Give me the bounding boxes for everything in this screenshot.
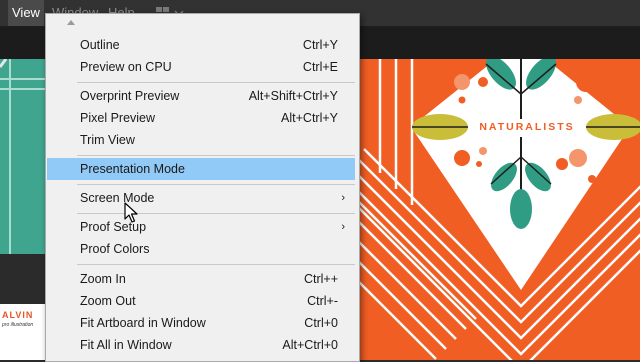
menu-item-trim-view[interactable]: Trim View: [47, 129, 355, 151]
chevron-right-icon: ›: [341, 192, 345, 204]
menu-item-proof-setup[interactable]: Proof Setup ›: [47, 216, 355, 238]
chevron-right-icon: ›: [341, 221, 345, 233]
menu-separator: [77, 184, 355, 185]
menu-separator: [77, 155, 355, 156]
menu-item-proof-colors[interactable]: Proof Colors: [47, 238, 355, 260]
triangle-up-icon[interactable]: [66, 18, 76, 26]
menu-separator: [77, 264, 355, 265]
menu-item-zoom-out[interactable]: Zoom Out Ctrl+-: [47, 290, 355, 312]
menu-item-zoom-in[interactable]: Zoom In Ctrl++: [47, 268, 355, 290]
menu-item-overprint-preview[interactable]: Overprint Preview Alt+Shift+Ctrl+Y: [47, 85, 355, 107]
menu-item-pixel-preview[interactable]: Pixel Preview Alt+Ctrl+Y: [47, 107, 355, 129]
canvas-artwork: NATURALISTS: [356, 59, 640, 360]
menu-separator: [77, 213, 355, 214]
menu-item-preview-on-cpu[interactable]: Preview on CPU Ctrl+E: [47, 56, 355, 78]
menu-separator: [77, 82, 355, 83]
artboard-brand: ALVIN: [2, 310, 34, 320]
menu-item-presentation-mode[interactable]: Presentation Mode: [47, 158, 355, 180]
menu-view[interactable]: View: [8, 0, 44, 26]
menu-item-fit-artboard[interactable]: Fit Artboard in Window Ctrl+0: [47, 312, 355, 334]
menu-item-screen-mode[interactable]: Screen Mode ›: [47, 187, 355, 209]
mouse-pointer-icon: [124, 202, 138, 223]
artboard-tagline: pro illustration: [2, 322, 34, 328]
menu-item-outline[interactable]: Outline Ctrl+Y: [47, 34, 355, 56]
menu-item-fit-all[interactable]: Fit All in Window Alt+Ctrl+0: [47, 334, 355, 356]
view-menu-dropdown: Outline Ctrl+Y Preview on CPU Ctrl+E Ove…: [45, 13, 360, 362]
artwork-title: NATURALISTS: [479, 121, 574, 133]
